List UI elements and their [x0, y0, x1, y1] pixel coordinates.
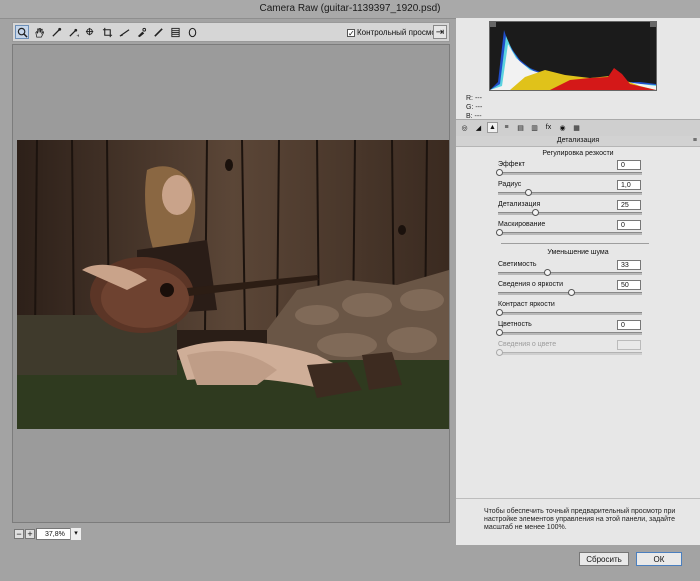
panel-tabs: ◎ ◢ ▲ ≡ ▤ ▥ fx ◉ ▦ — [456, 119, 700, 137]
effects-fx-tab-icon[interactable]: fx — [543, 122, 554, 133]
slider-thumb[interactable] — [496, 169, 503, 176]
reset-button[interactable]: Сбросить — [579, 552, 629, 566]
white-balance-tool-icon[interactable] — [49, 25, 63, 39]
targeted-adjustment-tool-icon[interactable] — [83, 25, 97, 39]
zoom-in-button[interactable]: + — [25, 529, 35, 539]
slider-value-input[interactable]: 25 — [617, 200, 641, 210]
ok-button[interactable]: ОК — [636, 552, 682, 566]
slider-thumb[interactable] — [568, 289, 575, 296]
lens-corrections-tab-icon[interactable]: ▥ — [529, 122, 540, 133]
tool-bar: + ✓ Контрольный просмотр ⇥ — [12, 22, 450, 42]
slider-thumb[interactable] — [543, 269, 551, 276]
slider-value-input[interactable]: 1,0 — [617, 180, 641, 190]
noise-reduction-heading: Уменьшение шума — [547, 249, 609, 256]
red-readout: R: --- — [466, 95, 482, 102]
panel-menu-icon[interactable]: ≡ — [693, 136, 697, 146]
section-divider — [501, 243, 649, 244]
zoom-out-button[interactable]: − — [14, 529, 24, 539]
slider-track[interactable] — [496, 329, 642, 336]
slider-track[interactable] — [496, 169, 642, 176]
slider-color[interactable]: Цветность 0 — [496, 320, 650, 340]
slider-luminance-detail[interactable]: Сведения о яркости 50 — [498, 280, 650, 300]
green-readout: G: --- — [466, 104, 483, 111]
slider-track[interactable] — [496, 229, 642, 236]
window-title: Camera Raw (guitar-1139397_1920.psd) — [0, 0, 700, 19]
slider-label: Маскирование — [498, 221, 546, 228]
image-canvas[interactable] — [12, 44, 450, 523]
preview-checkbox[interactable]: ✓ — [347, 28, 355, 37]
slider-track[interactable] — [498, 269, 642, 276]
preview-toggle[interactable]: ✓ Контрольный просмотр — [347, 26, 444, 39]
slider-track[interactable] — [498, 289, 642, 296]
slider-thumb[interactable] — [524, 189, 532, 196]
slider-thumb[interactable] — [496, 329, 503, 336]
straighten-tool-icon[interactable] — [117, 25, 131, 39]
histogram — [489, 21, 657, 91]
slider-track — [496, 349, 642, 356]
detail-tab-icon[interactable]: ▲ — [487, 122, 498, 133]
slider-thumb[interactable] — [532, 209, 539, 216]
slider-amount[interactable]: Эффект 0 — [496, 160, 650, 180]
slider-luminance[interactable]: Светимость 33 — [498, 260, 650, 280]
radial-filter-icon[interactable] — [185, 25, 199, 39]
slider-value-input[interactable]: 0 — [617, 320, 641, 330]
note-divider — [456, 498, 700, 499]
presets-tab-icon[interactable]: ▦ — [571, 122, 582, 133]
slider-label: Контраст яркости — [498, 301, 555, 308]
slider-thumb[interactable] — [496, 229, 503, 236]
slider-value-input[interactable]: 33 — [617, 260, 641, 270]
split-toning-tab-icon[interactable]: ▤ — [515, 122, 526, 133]
slider-detail[interactable]: Детализация 25 — [498, 200, 650, 220]
svg-text:+: + — [76, 33, 79, 38]
slider-label: Сведения о цвете — [498, 341, 557, 348]
slider-radius[interactable]: Радиус 1,0 — [498, 180, 650, 200]
graduated-filter-icon[interactable] — [168, 25, 182, 39]
color-sampler-tool-icon[interactable]: + — [66, 25, 80, 39]
slider-thumb — [496, 349, 503, 356]
slider-color-detail: Сведения о цвете — [496, 340, 650, 360]
slider-track[interactable] — [496, 309, 642, 316]
hsl-tab-icon[interactable]: ≡ — [501, 122, 512, 133]
zoom-level-value: 37,8% — [45, 531, 65, 538]
fullscreen-toggle-icon[interactable]: ⇥ — [433, 25, 447, 39]
crop-tool-icon[interactable] — [100, 25, 114, 39]
basic-tab-icon[interactable]: ◎ — [459, 122, 470, 133]
slider-track[interactable] — [498, 189, 642, 196]
rgb-readout: R: --- G: --- B: --- — [466, 94, 482, 121]
slider-track[interactable] — [498, 209, 642, 216]
zoom-hint-text: Чтобы обеспечить точный предварительный … — [484, 508, 676, 531]
panel-title: Детализация ≡ — [456, 136, 700, 147]
slider-label: Радиус — [498, 181, 522, 188]
slider-label: Эффект — [498, 161, 525, 168]
adjustments-panel: R: --- G: --- B: --- ◎ ◢ ▲ ≡ ▤ ▥ fx ◉ ▦ … — [456, 18, 700, 545]
zoom-tool-icon[interactable] — [15, 25, 29, 39]
slider-thumb[interactable] — [496, 309, 503, 316]
slider-label: Цветность — [498, 321, 532, 328]
adjustment-brush-icon[interactable] — [151, 25, 165, 39]
tone-curve-tab-icon[interactable]: ◢ — [473, 122, 484, 133]
spot-removal-tool-icon[interactable] — [134, 25, 148, 39]
preview-label: Контрольный просмотр — [357, 28, 444, 37]
camera-calibration-tab-icon[interactable]: ◉ — [557, 122, 568, 133]
slider-label: Светимость — [498, 261, 537, 268]
zoom-dropdown-chevron-icon[interactable]: ▾ — [70, 528, 81, 540]
preview-image — [17, 140, 449, 429]
slider-value-input — [617, 340, 641, 350]
zoom-bar: − + 37,8% ▾ — [12, 527, 450, 543]
slider-label: Сведения о яркости — [498, 281, 564, 288]
slider-masking[interactable]: Маскирование 0 — [496, 220, 650, 240]
sharpening-heading: Регулировка резкости — [542, 150, 614, 157]
slider-value-input[interactable]: 0 — [617, 160, 641, 170]
slider-luminance-contrast[interactable]: Контраст яркости — [496, 300, 650, 320]
slider-label: Детализация — [498, 201, 541, 208]
panel-title-text: Детализация — [556, 137, 600, 144]
slider-value-input[interactable]: 0 — [617, 220, 641, 230]
slider-value-input[interactable]: 50 — [617, 280, 641, 290]
hand-tool-icon[interactable] — [32, 25, 46, 39]
